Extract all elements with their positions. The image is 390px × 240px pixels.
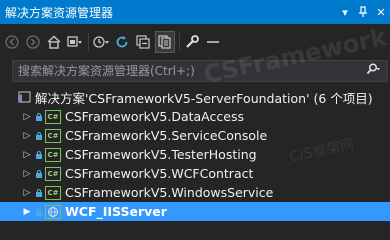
pin-icon[interactable] bbox=[354, 0, 372, 24]
tree-item-selected[interactable]: ▶ WCF_IISServer bbox=[0, 202, 390, 221]
properties-icon[interactable] bbox=[183, 32, 201, 52]
show-all-files-icon[interactable] bbox=[155, 31, 175, 53]
home-icon[interactable] bbox=[45, 32, 63, 52]
lock-icon bbox=[35, 150, 43, 159]
tree-item[interactable]: ▷ C# CSFrameworkV5.WindowsService bbox=[0, 183, 390, 202]
solution-explorer-titlebar: 解决方案资源管理器 ▾ ✕ bbox=[0, 0, 390, 24]
expand-arrow-icon[interactable]: ▷ bbox=[21, 131, 33, 141]
back-icon[interactable] bbox=[3, 32, 21, 52]
project-label: CSFrameworkV5.WCFContract bbox=[65, 166, 254, 181]
expand-arrow-icon[interactable]: ▶ bbox=[21, 207, 33, 217]
csharp-project-icon: C# bbox=[45, 185, 61, 200]
collapse-all-icon[interactable] bbox=[134, 32, 152, 52]
expand-arrow-icon[interactable]: ▷ bbox=[21, 112, 33, 122]
panel-title: 解决方案资源管理器 bbox=[5, 5, 114, 20]
search-box[interactable] bbox=[12, 60, 388, 82]
csharp-project-icon: C# bbox=[45, 109, 61, 124]
web-project-icon bbox=[45, 204, 61, 219]
expand-arrow-icon[interactable]: ▷ bbox=[21, 169, 33, 179]
toolbar-separator bbox=[88, 33, 89, 51]
project-label: CSFrameworkV5.TesterHosting bbox=[65, 147, 257, 162]
expand-arrow-icon[interactable]: ▷ bbox=[21, 188, 33, 198]
refresh-icon[interactable] bbox=[113, 32, 131, 52]
project-label: CSFrameworkV5.WindowsService bbox=[65, 185, 274, 200]
tree-item[interactable]: ▷ C# CSFrameworkV5.DataAccess bbox=[0, 107, 390, 126]
lock-icon bbox=[35, 131, 43, 140]
csharp-project-icon: C# bbox=[45, 128, 61, 143]
lock-icon bbox=[35, 207, 43, 216]
lock-icon bbox=[35, 169, 43, 178]
project-label: CSFrameworkV5.DataAccess bbox=[65, 109, 244, 124]
search-icon[interactable] bbox=[359, 63, 387, 79]
switch-views-icon[interactable] bbox=[66, 32, 84, 52]
history-icon[interactable] bbox=[92, 32, 110, 52]
preview-icon[interactable] bbox=[204, 32, 222, 52]
project-label: CSFrameworkV5.ServiceConsole bbox=[65, 128, 268, 143]
forward-icon[interactable] bbox=[24, 32, 42, 52]
project-label: WCF_IISServer bbox=[65, 204, 167, 219]
tree-item[interactable]: ▷ C# CSFrameworkV5.WCFContract bbox=[0, 164, 390, 183]
csharp-project-icon: C# bbox=[45, 166, 61, 181]
csharp-project-icon: C# bbox=[45, 147, 61, 162]
solution-node[interactable]: 解决方案'CSFrameworkV5-ServerFoundation' (6 … bbox=[0, 88, 390, 107]
solution-icon bbox=[17, 91, 31, 104]
lock-icon bbox=[35, 188, 43, 197]
close-icon[interactable]: ✕ bbox=[372, 0, 390, 24]
toolbar-separator bbox=[179, 33, 180, 51]
dropdown-icon[interactable]: ▾ bbox=[336, 0, 354, 24]
solution-label: 解决方案'CSFrameworkV5-ServerFoundation' (6 … bbox=[35, 91, 373, 106]
expand-arrow-icon[interactable]: ▷ bbox=[21, 150, 33, 160]
lock-icon bbox=[35, 112, 43, 121]
